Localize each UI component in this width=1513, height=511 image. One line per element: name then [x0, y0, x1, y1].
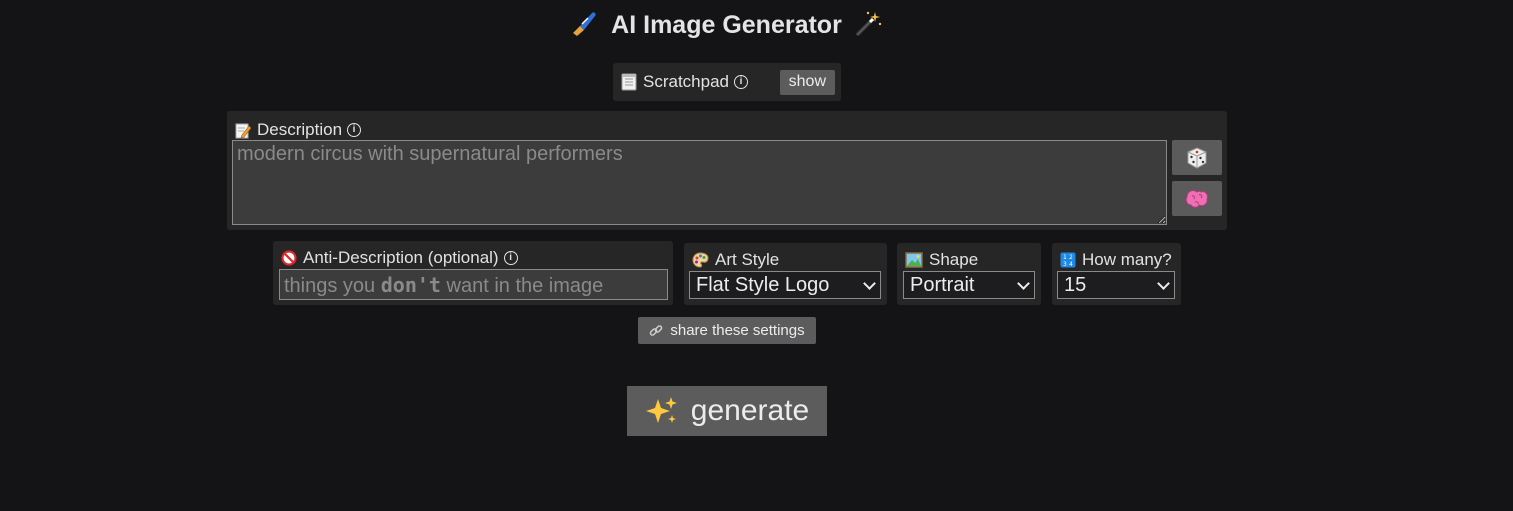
brain-icon: [1185, 189, 1209, 209]
art-style-label: Art Style: [692, 250, 779, 270]
how-many-label: 1 2 3 4 How many?: [1060, 250, 1172, 270]
notepad-icon: [621, 73, 637, 91]
anti-description-label-text: Anti-Description (optional): [303, 248, 499, 267]
scratchpad-show-button[interactable]: show: [779, 69, 835, 95]
shape-panel: Shape Portrait: [897, 243, 1041, 305]
info-icon[interactable]: i: [734, 75, 748, 89]
memo-pencil-icon: [235, 122, 251, 139]
scratchpad-label: Scratchpad: [643, 72, 729, 91]
description-panel: Description i: [227, 111, 1227, 230]
description-label: Description i: [235, 120, 362, 140]
sparkles-icon: [645, 395, 679, 427]
shape-select[interactable]: Portrait: [903, 271, 1035, 299]
svg-text:4: 4: [1069, 261, 1073, 268]
art-style-selected: Flat Style Logo: [696, 273, 830, 296]
art-style-select[interactable]: Flat Style Logo: [689, 271, 881, 299]
svg-text:1: 1: [1063, 254, 1067, 261]
anti-description-input[interactable]: [279, 269, 668, 300]
how-many-label-text: How many?: [1082, 250, 1172, 269]
magic-wand-icon: [855, 10, 883, 43]
description-input[interactable]: [232, 140, 1167, 225]
how-many-select[interactable]: 15: [1057, 271, 1175, 299]
title-text: AI Image Generator: [611, 11, 842, 39]
anti-description-panel: Anti-Description (optional) i things you…: [273, 241, 673, 305]
info-icon[interactable]: i: [503, 251, 518, 265]
prohibited-icon: [281, 250, 297, 266]
palette-icon: [692, 252, 709, 268]
scratchpad-bar: Scratchpad i show: [613, 63, 841, 101]
generate-label: generate: [690, 394, 810, 427]
link-icon: [649, 324, 663, 338]
svg-text:3: 3: [1063, 261, 1067, 268]
app-root: AI Image Generator Scratchpad i show Des…: [0, 0, 1513, 511]
chevron-down-icon: [863, 276, 876, 290]
share-settings-button[interactable]: share these settings: [638, 317, 816, 344]
art-style-label-text: Art Style: [715, 250, 780, 269]
share-settings-label: share these settings: [670, 322, 805, 339]
art-style-panel: Art Style Flat Style Logo: [684, 243, 887, 305]
description-label-text: Description: [257, 120, 343, 139]
anti-description-label: Anti-Description (optional) i: [281, 248, 518, 268]
svg-text:2: 2: [1069, 254, 1073, 261]
shape-label: Shape: [905, 250, 978, 270]
paintbrush-icon: [570, 10, 598, 43]
numbers-icon: 1 2 3 4: [1060, 252, 1076, 268]
random-prompt-button[interactable]: [1172, 140, 1222, 175]
how-many-selected: 15: [1064, 273, 1087, 296]
chevron-down-icon: [1157, 276, 1170, 290]
generate-button[interactable]: generate: [627, 386, 827, 436]
dice-icon: [1186, 146, 1208, 169]
how-many-panel: 1 2 3 4 How many? 15: [1052, 243, 1181, 305]
shape-label-text: Shape: [929, 250, 979, 269]
page-title: AI Image Generator: [0, 10, 1453, 43]
ai-prompt-button[interactable]: [1172, 181, 1222, 216]
shape-selected: Portrait: [910, 273, 975, 296]
picture-icon: [905, 252, 923, 268]
chevron-down-icon: [1017, 276, 1030, 290]
info-icon[interactable]: i: [347, 123, 362, 137]
